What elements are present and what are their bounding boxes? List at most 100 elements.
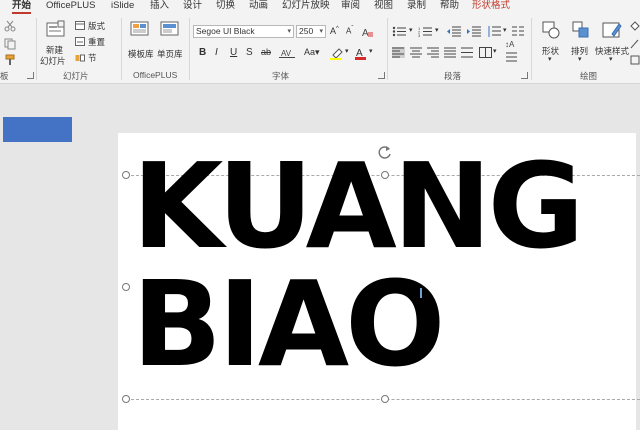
clipboard-launcher-icon[interactable] bbox=[27, 72, 34, 79]
reset-label: 重置 bbox=[88, 37, 106, 47]
clipboard-group-label: 板 bbox=[0, 71, 9, 81]
chevron-down-icon: ▾ bbox=[287, 28, 291, 35]
text-direction-icon[interactable]: ↕A bbox=[505, 38, 521, 49]
arrange-button[interactable]: 排列 ▾ bbox=[568, 18, 594, 68]
resize-handle-middle-left[interactable] bbox=[122, 283, 130, 291]
new-slide-icon bbox=[46, 20, 65, 37]
tab-insert[interactable]: 插入 bbox=[150, 0, 169, 14]
new-slide-label-2: 幻灯片 bbox=[40, 56, 66, 66]
tab-animations[interactable]: 动画 bbox=[249, 0, 268, 14]
tab-help[interactable]: 帮助 bbox=[440, 0, 459, 14]
chevron-down-icon[interactable]: ▾ bbox=[345, 47, 349, 55]
strikethrough-button[interactable]: ab bbox=[261, 47, 271, 57]
resize-handle-bottom-left[interactable] bbox=[122, 395, 130, 403]
template-library-icon bbox=[130, 21, 149, 36]
tab-design[interactable]: 设计 bbox=[183, 0, 202, 14]
group-separator bbox=[531, 18, 532, 80]
shape-outline-icon[interactable] bbox=[630, 38, 640, 50]
highlight-icon[interactable] bbox=[330, 46, 346, 60]
chevron-down-icon: ▾ bbox=[548, 56, 552, 63]
chevron-down-icon: ▾ bbox=[609, 56, 613, 63]
section-label: 节 bbox=[88, 53, 97, 63]
slide-text-line-2[interactable]: BIAO bbox=[132, 264, 445, 384]
font-color-icon[interactable]: A bbox=[354, 46, 368, 60]
tab-slideshow[interactable]: 幻灯片放映 bbox=[282, 0, 330, 14]
decrease-font-size-button[interactable]: Aˇ bbox=[346, 26, 353, 36]
bold-button[interactable]: B bbox=[199, 47, 206, 58]
font-name-combo[interactable]: Segoe UI Black ▾ bbox=[193, 25, 294, 38]
copy-icon[interactable] bbox=[4, 38, 18, 50]
arrange-icon bbox=[572, 21, 589, 38]
underline-button[interactable]: U bbox=[230, 47, 237, 58]
shapes-button[interactable]: 形状 ▾ bbox=[536, 18, 566, 68]
tab-islide[interactable]: iSlide bbox=[111, 0, 134, 14]
line-spacing-icon[interactable] bbox=[487, 26, 501, 37]
layout-label: 版式 bbox=[88, 21, 106, 31]
italic-button[interactable]: I bbox=[215, 47, 218, 58]
bullets-icon[interactable] bbox=[392, 26, 408, 37]
svg-text:↕A: ↕A bbox=[505, 40, 515, 49]
group-separator bbox=[189, 18, 190, 80]
rotate-handle-icon[interactable] bbox=[376, 144, 394, 162]
format-painter-icon[interactable] bbox=[4, 54, 16, 66]
tab-officeplus[interactable]: OfficePLUS bbox=[46, 0, 95, 14]
tab-home[interactable]: 开始 bbox=[12, 0, 32, 14]
decrease-indent-icon[interactable] bbox=[447, 26, 461, 37]
svg-text:A: A bbox=[362, 28, 369, 38]
single-page-library-button[interactable]: 单页库 bbox=[156, 18, 184, 68]
increase-font-size-button[interactable]: A^ bbox=[330, 26, 339, 36]
align-right-icon[interactable] bbox=[427, 47, 440, 58]
distributed-icon[interactable] bbox=[461, 47, 474, 58]
tab-view[interactable]: 视图 bbox=[374, 0, 393, 14]
reset-icon bbox=[75, 37, 85, 46]
resize-handle-top-middle[interactable] bbox=[381, 171, 389, 179]
template-library-button[interactable]: 模板库 bbox=[126, 18, 154, 68]
shape-fill-icon[interactable] bbox=[630, 20, 640, 32]
columns-icon[interactable] bbox=[512, 26, 524, 37]
group-separator bbox=[36, 18, 37, 80]
new-slide-button[interactable]: 新建 幻灯片 bbox=[40, 18, 72, 68]
reset-button[interactable]: 重置 bbox=[75, 36, 115, 48]
drawing-group-label: 绘图 bbox=[580, 71, 598, 81]
tab-review[interactable]: 审阅 bbox=[341, 0, 360, 14]
text-cursor bbox=[420, 288, 422, 298]
section-button[interactable]: 节 bbox=[75, 52, 115, 64]
increase-indent-icon[interactable] bbox=[467, 26, 481, 37]
numbering-icon[interactable]: 1 2 3 bbox=[418, 26, 434, 37]
paragraph-launcher-icon[interactable] bbox=[521, 72, 528, 79]
font-launcher-icon[interactable] bbox=[378, 72, 385, 79]
chevron-down-icon[interactable]: ▾ bbox=[435, 26, 439, 34]
change-case-button[interactable]: Aa▾ bbox=[304, 47, 320, 58]
layout-button[interactable]: 版式 bbox=[75, 20, 115, 32]
cut-icon[interactable] bbox=[4, 20, 16, 32]
clear-formatting-icon[interactable]: A bbox=[362, 26, 374, 38]
tab-shape-format[interactable]: 形状格式 bbox=[472, 0, 510, 14]
ribbon-tab-bar: 开始 OfficePLUS iSlide 插入 设计 切换 动画 幻灯片放映 审… bbox=[0, 0, 640, 14]
justify-icon[interactable] bbox=[444, 47, 457, 58]
tab-transitions[interactable]: 切换 bbox=[216, 0, 235, 14]
slide-text-line-1[interactable]: KUANG bbox=[132, 146, 584, 266]
shape-effects-icon[interactable] bbox=[630, 54, 640, 66]
shapes-icon bbox=[542, 21, 560, 39]
chevron-down-icon[interactable]: ▾ bbox=[369, 47, 373, 55]
resize-handle-top-left[interactable] bbox=[122, 171, 130, 179]
text-shadow-button[interactable]: S bbox=[246, 47, 253, 58]
align-left-icon[interactable] bbox=[392, 47, 405, 58]
tab-record[interactable]: 录制 bbox=[407, 0, 426, 14]
section-icon bbox=[75, 54, 85, 62]
font-size-combo[interactable]: 250 ▾ bbox=[296, 25, 326, 38]
chevron-down-icon: ▾ bbox=[319, 28, 323, 35]
officeplus-group-label: OfficePLUS bbox=[133, 70, 178, 80]
chevron-down-icon[interactable]: ▾ bbox=[493, 47, 497, 55]
chevron-down-icon[interactable]: ▾ bbox=[503, 26, 507, 34]
character-spacing-icon[interactable]: AV bbox=[279, 48, 295, 58]
resize-handle-bottom-middle[interactable] bbox=[381, 395, 389, 403]
svg-text:3: 3 bbox=[418, 33, 421, 37]
single-page-library-icon bbox=[160, 21, 179, 36]
chevron-down-icon[interactable]: ▾ bbox=[409, 26, 413, 34]
quick-styles-button[interactable]: 快速样式 ▾ bbox=[595, 18, 629, 68]
columns-layout-icon[interactable] bbox=[479, 47, 492, 58]
align-text-icon[interactable] bbox=[505, 52, 521, 63]
align-center-icon[interactable] bbox=[410, 47, 423, 58]
blue-rectangle-shape[interactable] bbox=[3, 117, 72, 142]
